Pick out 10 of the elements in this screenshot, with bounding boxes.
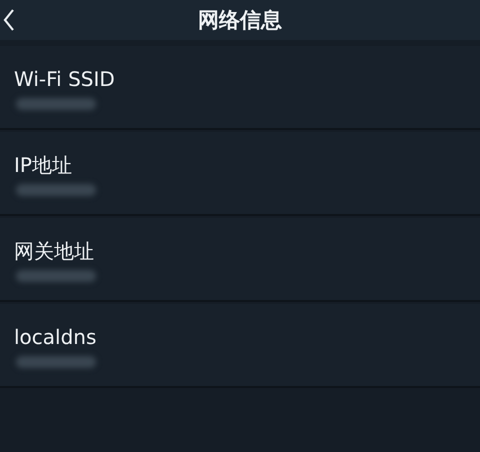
list-item[interactable]: IP地址 [0, 132, 480, 216]
back-icon[interactable] [3, 9, 15, 31]
list-item[interactable]: Wi-Fi SSID [0, 46, 480, 130]
list-item[interactable]: 网关地址 [0, 218, 480, 302]
item-label: IP地址 [14, 152, 72, 178]
item-label: localdns [14, 324, 96, 350]
item-label: Wi-Fi SSID [14, 66, 115, 92]
item-label: 网关地址 [14, 238, 94, 264]
list-item[interactable]: localdns [0, 304, 480, 388]
page-title: 网络信息 [198, 7, 282, 34]
